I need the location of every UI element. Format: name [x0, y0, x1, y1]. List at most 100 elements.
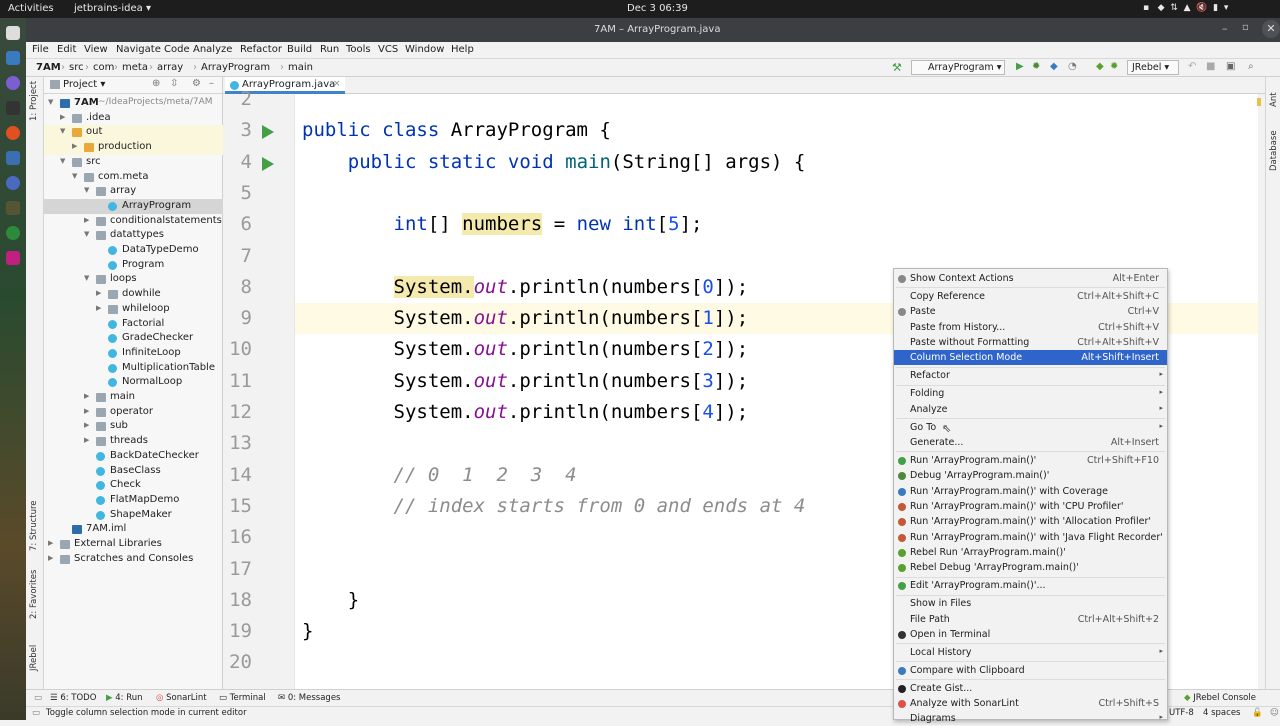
menu-analyze[interactable]: Analyze: [193, 44, 232, 55]
menu-build[interactable]: Build: [287, 44, 312, 55]
terminal-tool-button[interactable]: ▭ Terminal: [219, 693, 266, 703]
jrebel-run-icon[interactable]: ◆: [1096, 61, 1104, 72]
tree-node[interactable]: DataTypeDemo: [44, 243, 223, 258]
favorites-tool-button[interactable]: 2: Favorites: [29, 570, 39, 619]
tree-node[interactable]: GradeChecker: [44, 331, 223, 346]
jrebel-tool-button[interactable]: JRebel: [29, 645, 39, 671]
tree-node[interactable]: ▶ .idea: [44, 111, 223, 126]
expand-arrow-icon[interactable]: ▼: [60, 157, 65, 165]
tool-windows-icon[interactable]: ▭: [34, 693, 42, 703]
code-line[interactable]: public static void main(String[] args) {: [302, 151, 806, 173]
tree-node[interactable]: ▶ conditionalstatements: [44, 214, 223, 229]
indent-setting[interactable]: 4 spaces: [1203, 708, 1240, 718]
activities-button[interactable]: Activities: [8, 3, 54, 14]
run-tool-button[interactable]: ▶ 4: Run: [106, 693, 143, 703]
tree-node[interactable]: ▼ out: [44, 125, 223, 141]
context-menu-item[interactable]: Go To ▸: [894, 420, 1167, 435]
context-menu-item[interactable]: Run 'ArrayProgram.main()' with 'Java Fli…: [894, 530, 1167, 545]
code-line[interactable]: System.out.println(numbers[3]);: [302, 370, 749, 392]
coverage-icon[interactable]: ◆: [1050, 61, 1058, 72]
menu-file[interactable]: File: [32, 44, 49, 55]
tree-node[interactable]: ▶ dowhile: [44, 287, 223, 302]
tree-node[interactable]: ▶ whileloop: [44, 302, 223, 317]
context-menu-item[interactable]: Show Context Actions Alt+Enter: [894, 271, 1167, 286]
collapse-arrow-icon[interactable]: ▶: [48, 554, 53, 562]
files-app-icon[interactable]: [6, 26, 20, 40]
context-menu-item[interactable]: Create Gist...: [894, 681, 1167, 696]
tree-node[interactable]: InfiniteLoop: [44, 346, 223, 361]
context-menu-item[interactable]: Show in Files: [894, 596, 1167, 611]
sonarlint-tool-button[interactable]: ◎ SonarLint: [156, 693, 207, 703]
run-configuration-select[interactable]: ArrayProgram ▾: [911, 60, 1005, 75]
tree-node[interactable]: ShapeMaker: [44, 508, 223, 523]
context-menu-item[interactable]: Run 'ArrayProgram.main()' with 'CPU Prof…: [894, 499, 1167, 514]
profiler-icon[interactable]: ◔: [1068, 61, 1077, 72]
breadcrumb-item[interactable]: array: [157, 62, 183, 73]
tree-node[interactable]: ▼ 7AM ~/IdeaProjects/meta/7AM: [44, 96, 223, 111]
tree-node[interactable]: ▶ production: [44, 140, 223, 156]
minimize-icon[interactable]: –: [1222, 22, 1228, 35]
app-icon[interactable]: [6, 201, 20, 215]
tree-node[interactable]: BaseClass: [44, 464, 223, 479]
collapse-arrow-icon[interactable]: ▶: [48, 539, 53, 547]
context-menu-item[interactable]: Open in Terminal: [894, 627, 1167, 642]
debug-icon[interactable]: ✹: [1032, 61, 1040, 72]
file-encoding[interactable]: UTF-8: [1169, 708, 1194, 718]
code-line[interactable]: System.out.println(numbers[1]);: [302, 307, 749, 329]
todo-tool-button[interactable]: ☰ 6: TODO: [50, 693, 96, 703]
tree-node[interactable]: 7AM.iml: [44, 522, 223, 537]
app-menu[interactable]: jetbrains-idea ▾: [74, 3, 151, 14]
close-icon[interactable]: ✕: [1262, 20, 1280, 38]
expand-arrow-icon[interactable]: ▼: [84, 186, 89, 194]
search-everywhere-icon[interactable]: ⌕: [1248, 61, 1254, 72]
collapse-arrow-icon[interactable]: ▶: [96, 304, 101, 312]
breadcrumb-item[interactable]: src: [69, 62, 84, 73]
lock-icon[interactable]: 🔓: [1252, 708, 1263, 718]
jrebel-select[interactable]: JRebel ▾: [1127, 60, 1179, 75]
collapse-arrow-icon[interactable]: ▶: [60, 113, 65, 121]
docs-app-icon[interactable]: [6, 51, 20, 65]
menu-refactor[interactable]: Refactor: [240, 44, 282, 55]
collapse-arrow-icon[interactable]: ▶: [84, 421, 89, 429]
context-menu-item[interactable]: Debug 'ArrayProgram.main()': [894, 468, 1167, 483]
breadcrumb-item[interactable]: main: [288, 62, 313, 73]
context-menu-item[interactable]: File Path Ctrl+Alt+Shift+2: [894, 612, 1167, 627]
expand-arrow-icon[interactable]: ▼: [60, 127, 65, 135]
database-tool-button[interactable]: Database: [1269, 130, 1279, 171]
menu-navigate[interactable]: Navigate: [116, 44, 161, 55]
collapse-arrow-icon[interactable]: ▶: [84, 436, 89, 444]
context-menu-item[interactable]: Paste Ctrl+V: [894, 304, 1167, 319]
context-menu-item[interactable]: Rebel Run 'ArrayProgram.main()': [894, 545, 1167, 560]
gear-icon[interactable]: ⚙: [192, 78, 201, 89]
tree-node[interactable]: NormalLoop: [44, 375, 223, 390]
context-menu-item[interactable]: Generate... Alt+Insert: [894, 435, 1167, 450]
project-structure-icon[interactable]: ▣: [1226, 61, 1235, 72]
update-icon[interactable]: ↶: [1188, 61, 1196, 72]
build-hammer-icon[interactable]: ⚒: [892, 61, 902, 74]
context-menu-item[interactable]: Paste without Formatting Ctrl+Alt+Shift+V: [894, 335, 1167, 350]
inspector-icon[interactable]: ☺: [1270, 708, 1279, 718]
code-line[interactable]: // index starts from 0 and ends at 4: [302, 495, 806, 517]
menu-view[interactable]: View: [84, 44, 108, 55]
messages-tool-button[interactable]: ✉ 0: Messages: [278, 693, 340, 703]
code-line[interactable]: System.out.println(numbers[0]);: [302, 275, 748, 298]
menu-code[interactable]: Code: [164, 44, 190, 55]
breadcrumb-item[interactable]: ArrayProgram: [201, 62, 270, 73]
chrome-app-icon[interactable]: [6, 226, 20, 240]
tree-node[interactable]: FlatMapDemo: [44, 493, 223, 508]
context-menu-item[interactable]: Rebel Debug 'ArrayProgram.main()': [894, 560, 1167, 575]
tree-node[interactable]: MultiplicationTable: [44, 361, 223, 376]
tree-node[interactable]: ▶ Scratches and Consoles: [44, 552, 223, 567]
context-menu-item[interactable]: Refactor ▸: [894, 368, 1167, 383]
tree-node[interactable]: Program: [44, 258, 223, 273]
jrebel-debug-icon[interactable]: ✹: [1110, 61, 1118, 72]
jrebel-console-button[interactable]: ◆ JRebel Console: [1184, 693, 1256, 703]
expand-arrow-icon[interactable]: ▼: [84, 230, 89, 238]
context-menu-item[interactable]: Analyze ▸: [894, 402, 1167, 417]
locate-icon[interactable]: ⊕: [152, 78, 160, 89]
expand-arrow-icon[interactable]: ▼: [48, 98, 53, 106]
menu-vcs[interactable]: VCS: [378, 44, 398, 55]
breadcrumb-item[interactable]: meta: [122, 62, 148, 73]
ant-tool-button[interactable]: Ant: [1269, 92, 1279, 107]
tree-node[interactable]: ▶ External Libraries: [44, 537, 223, 552]
